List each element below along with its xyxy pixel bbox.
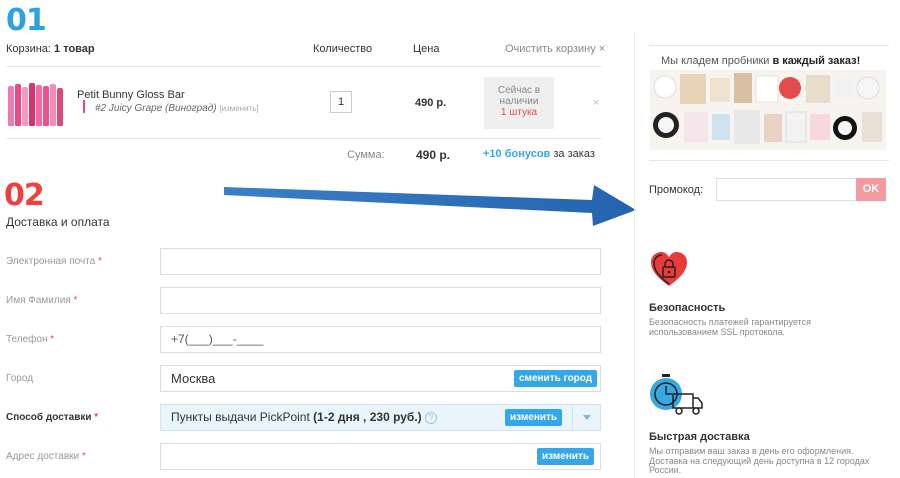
bonus-amount: +10 бонусов	[483, 148, 551, 160]
lock-heart-icon	[649, 249, 689, 294]
promo-apply-button[interactable]: OK	[856, 178, 886, 201]
samples-image	[650, 70, 886, 150]
variant-change-link[interactable]: [изменить]	[219, 104, 258, 113]
column-price-header: Цена	[413, 43, 440, 55]
delivery-method-label: Способ доставки *	[6, 412, 99, 423]
dropdown-arrow-icon[interactable]	[572, 404, 601, 431]
email-label: Электронная почта *	[6, 256, 102, 267]
column-quantity-header: Количество	[313, 43, 373, 55]
cart-label: Корзина:	[6, 43, 51, 55]
delivery-method-detail: (1-2 дня , 230 руб.)	[313, 410, 422, 424]
cart-divider-bottom	[6, 138, 602, 139]
bonus-info: +10 бонусов за заказ	[483, 148, 595, 160]
item-price: 490 р.	[415, 97, 447, 109]
remove-item-button[interactable]: ×	[593, 97, 599, 109]
address-field[interactable]	[160, 443, 601, 470]
step-number-1: 01	[6, 3, 47, 38]
address-label: Адрес доставки *	[6, 451, 86, 462]
city-label: Город	[6, 373, 34, 384]
delivery-method-value: Пункты выдачи PickPoint	[171, 410, 310, 424]
product-image[interactable]	[8, 82, 68, 126]
samples-banner-title: Мы кладем пробники в каждый заказ!	[661, 55, 861, 67]
change-delivery-method-button[interactable]: изменить	[505, 409, 563, 426]
delivery-truck-icon	[649, 372, 703, 423]
change-city-button[interactable]: сменить город	[514, 370, 598, 387]
stock-count: 1 штука	[500, 107, 538, 118]
clear-cart-link[interactable]: Очистить корзину ×	[505, 43, 605, 55]
full-name-field[interactable]	[160, 287, 601, 314]
help-circle-icon[interactable]: ?	[425, 411, 438, 424]
cart-count: 1 товар	[54, 43, 95, 55]
stock-line-2: наличии	[499, 96, 539, 107]
step-number-2: 02	[4, 178, 45, 213]
delivery-section-title: Доставка и оплата	[6, 215, 110, 229]
variant-color-swatch	[83, 100, 85, 113]
security-description: Безопасность платежей гарантируется испо…	[649, 317, 811, 337]
product-name[interactable]: Petit Bunny Gloss Bar	[77, 89, 185, 101]
email-field[interactable]	[160, 248, 601, 275]
quantity-input[interactable]: 1	[330, 91, 352, 113]
cart-title: Корзина: 1 товар	[6, 43, 95, 55]
variant-label: #2 Juicy Grape (Виноград)	[95, 103, 217, 114]
promo-code-input[interactable]	[716, 178, 858, 201]
change-address-button[interactable]: изменить	[537, 448, 595, 465]
fast-delivery-description: Мы отправим ваш заказ в день его оформле…	[649, 446, 870, 475]
product-variant: #2 Juicy Grape (Виноград) [изменить]	[95, 103, 259, 114]
promo-code-label: Промокод:	[649, 184, 704, 196]
big-arrow-icon	[224, 185, 636, 226]
bonus-suffix: за заказ	[553, 148, 595, 160]
stock-status: Сейчас в наличии 1 штука	[484, 77, 554, 129]
city-value: Москва	[171, 371, 216, 386]
name-label: Имя Фамилия *	[6, 295, 78, 306]
phone-label: Телефон *	[6, 334, 55, 345]
security-title: Безопасность	[649, 302, 726, 314]
phone-field[interactable]: +7(___)___-____	[160, 326, 601, 353]
fast-delivery-title: Быстрая доставка	[649, 431, 750, 443]
cart-divider	[6, 66, 602, 67]
stock-line-1: Сейчас в	[497, 85, 541, 96]
